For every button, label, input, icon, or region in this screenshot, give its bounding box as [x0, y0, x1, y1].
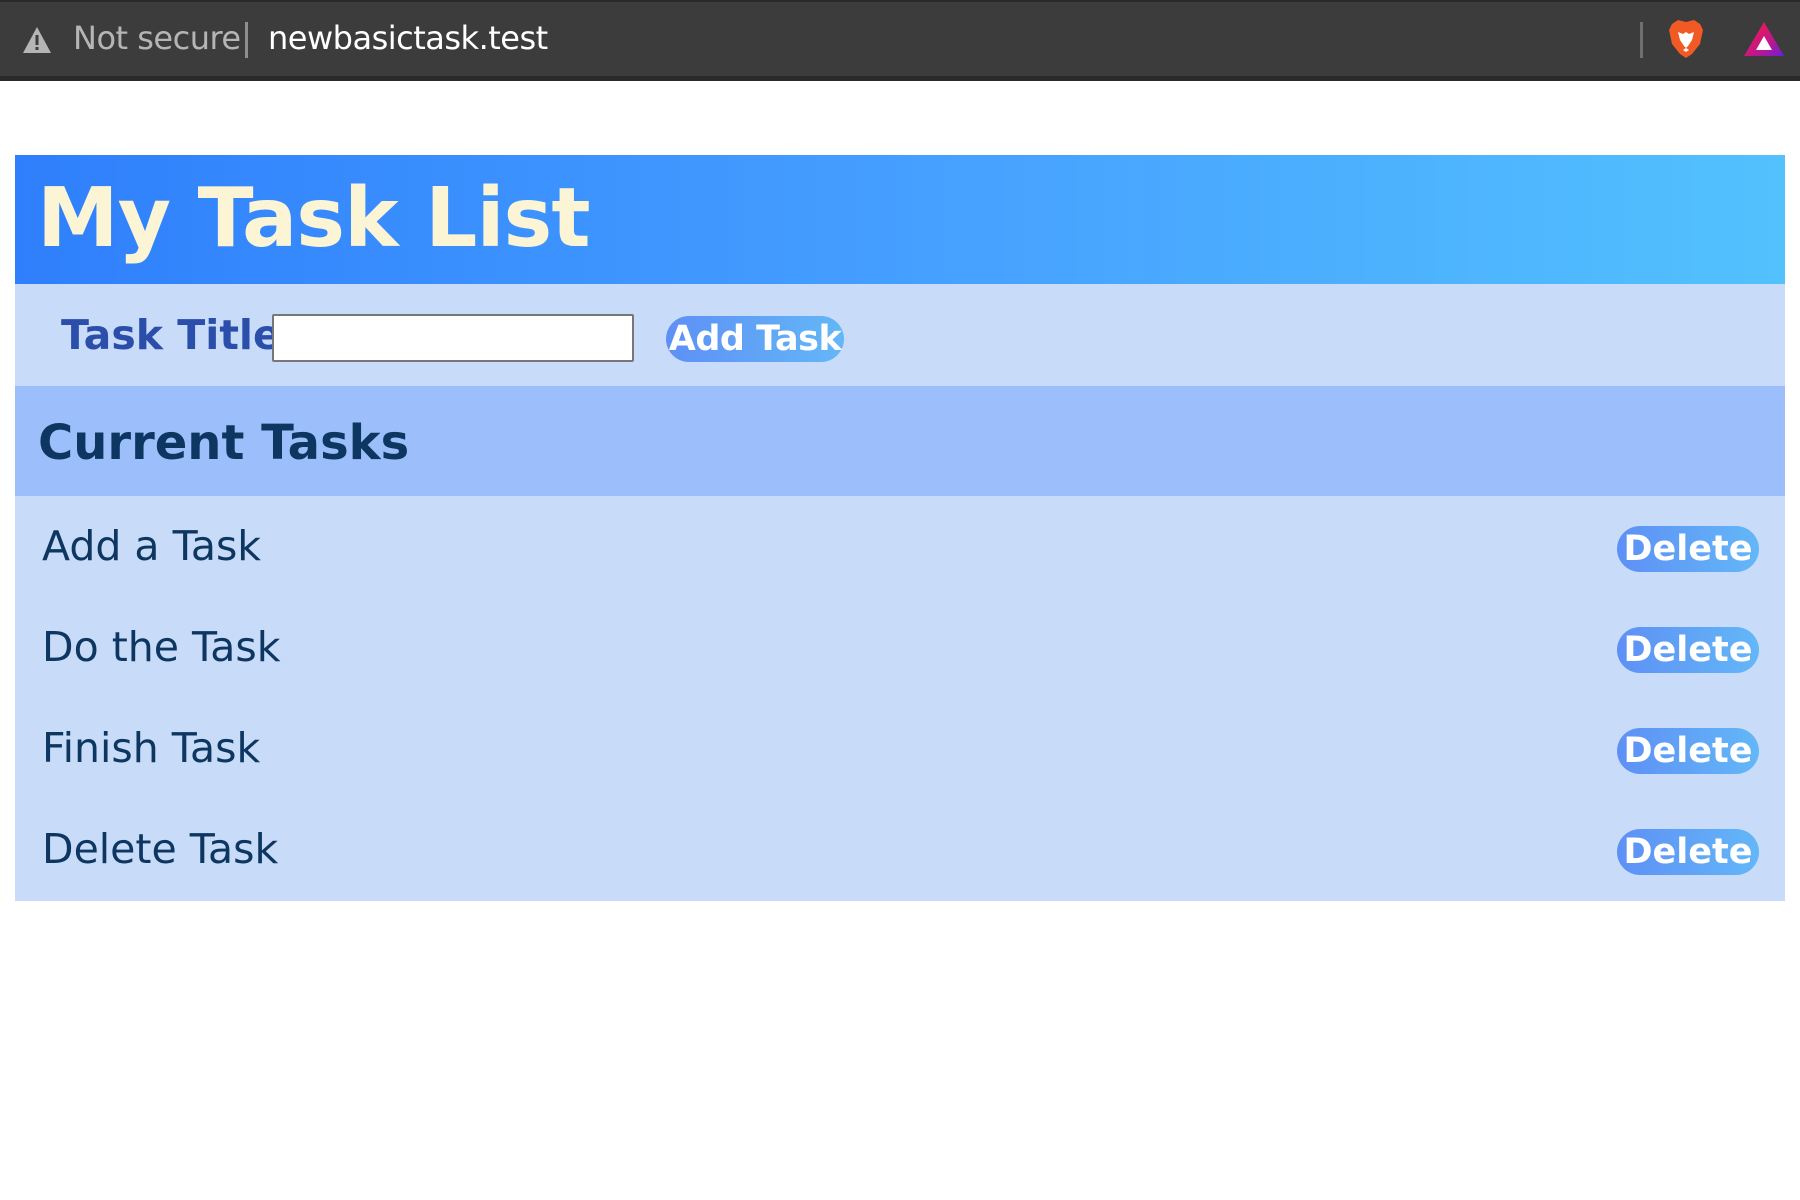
brave-lion-icon[interactable] — [1666, 18, 1706, 60]
delete-button[interactable]: Delete — [1617, 829, 1759, 875]
list-item: Add a Task Delete — [15, 496, 1785, 597]
list-item: Finish Task Delete — [15, 698, 1785, 799]
task-title: Delete Task — [42, 825, 279, 873]
list-item: Delete Task Delete — [15, 799, 1785, 901]
task-app: My Task List Task Title Add Task Current… — [15, 155, 1785, 901]
delete-button[interactable]: Delete — [1617, 728, 1759, 774]
add-task-form: Task Title Add Task — [15, 284, 1785, 386]
task-list: Add a Task Delete Do the Task Delete Fin… — [15, 496, 1785, 901]
task-title-label: Task Title — [61, 311, 281, 359]
current-tasks-header: Current Tasks — [15, 386, 1785, 496]
delete-button[interactable]: Delete — [1617, 627, 1759, 673]
task-title: Do the Task — [42, 623, 281, 671]
brave-rewards-icon[interactable] — [1742, 20, 1786, 58]
browser-address-bar: Not secure newbasictask.test — [0, 0, 1800, 81]
section-title: Current Tasks — [38, 415, 410, 471]
security-status[interactable]: Not secure — [73, 18, 241, 58]
toolbar-divider — [1640, 22, 1643, 58]
warning-icon[interactable] — [22, 26, 52, 54]
app-header: My Task List — [15, 155, 1785, 284]
task-title: Add a Task — [42, 522, 262, 570]
page-title: My Task List — [37, 171, 591, 266]
list-item: Do the Task Delete — [15, 597, 1785, 698]
address-divider — [245, 22, 248, 58]
url-text[interactable]: newbasictask.test — [268, 18, 548, 58]
task-title-input[interactable] — [272, 314, 634, 362]
task-title: Finish Task — [42, 724, 261, 772]
delete-button[interactable]: Delete — [1617, 526, 1759, 572]
add-task-button[interactable]: Add Task — [666, 316, 844, 362]
